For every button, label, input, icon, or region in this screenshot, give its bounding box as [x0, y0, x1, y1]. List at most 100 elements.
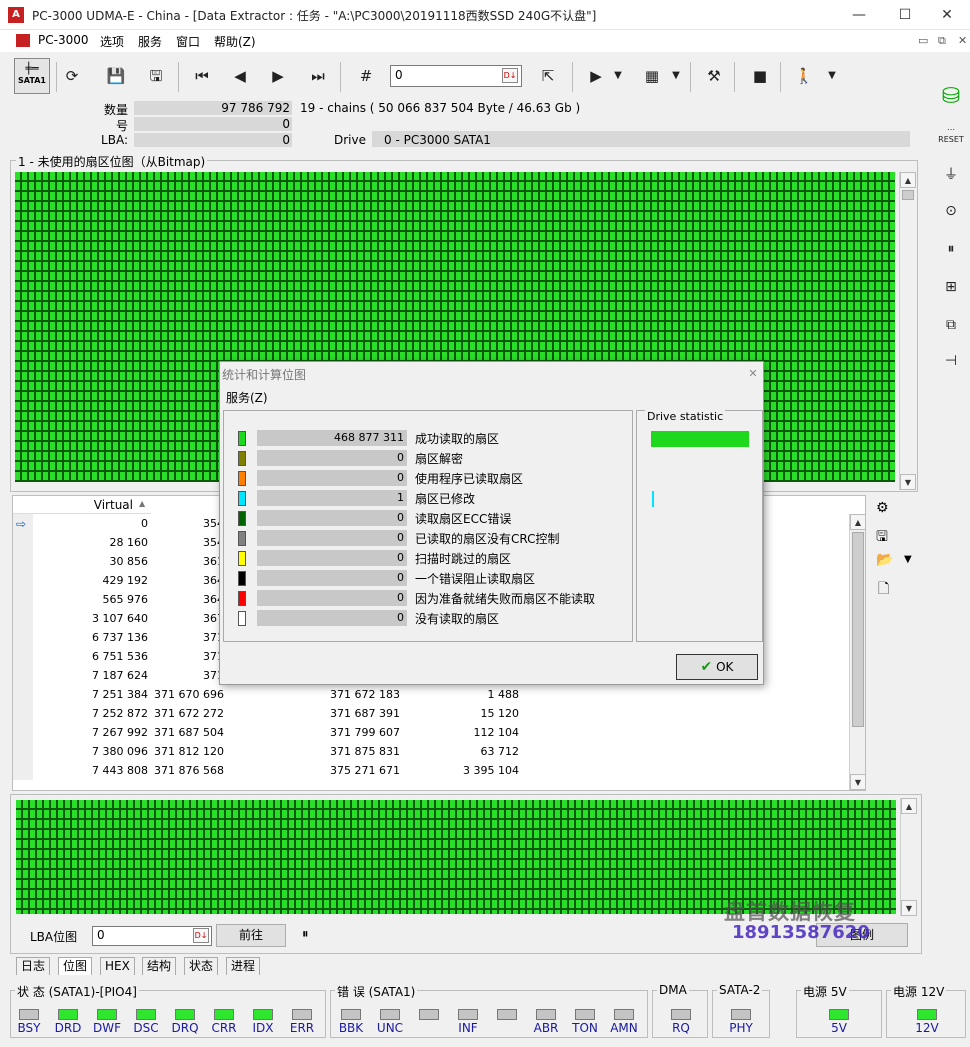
refresh-icon[interactable]: ⟳: [56, 60, 88, 92]
minimize-button[interactable]: —: [836, 0, 882, 30]
table-cell: 371: [203, 631, 224, 644]
lba-scroll-up-icon[interactable]: ▲: [901, 798, 917, 814]
stat-color-swatch: [238, 531, 246, 546]
tab-4[interactable]: 状态: [184, 957, 219, 975]
tab-5[interactable]: 进程: [226, 957, 261, 975]
status-led-label: DWF: [92, 1021, 121, 1035]
menu-options[interactable]: 选项: [100, 33, 124, 50]
power-plug-icon[interactable]: ⏚: [936, 160, 966, 190]
menu-pc3000[interactable]: PC-3000: [38, 33, 88, 47]
stop-icon[interactable]: ■: [744, 60, 776, 92]
power-cycle-icon[interactable]: ⊙: [936, 196, 966, 226]
ok-button[interactable]: ✔ OK: [676, 654, 758, 680]
status-led: [292, 1009, 312, 1020]
state-group: 状 态 (SATA1)-[PIO4] BSY DRD DWF DSC DRQ CRR IDX…: [10, 983, 326, 1038]
scroll-up-icon[interactable]: ▲: [900, 172, 916, 188]
export-icon[interactable]: ⇱: [532, 60, 564, 92]
table-new-icon[interactable]: 🗋: [878, 578, 889, 602]
row-gutter: [13, 647, 33, 666]
tab-1[interactable]: 位图: [58, 957, 93, 975]
mdi-app-icon[interactable]: [16, 34, 30, 47]
exit-icon[interactable]: 🚶: [788, 60, 820, 92]
table-scroll-up-icon[interactable]: ▲: [850, 514, 866, 530]
scroll-thumb[interactable]: [902, 190, 914, 200]
sort-arrow-icon: ▲: [139, 499, 146, 508]
mdi-minimize-button[interactable]: ▭: [918, 34, 928, 47]
menu-window[interactable]: 窗口: [176, 33, 200, 50]
toolbar: ╪═ SATA1 ⟳ 💾 🖫 ⏮ ◀ ▶ ⏭ # 0 D↓ ⇱ ▶ ▼ ▦ ▼ …: [10, 58, 870, 96]
stat-color-swatch: [238, 491, 246, 506]
drive-statistic-bar: [651, 431, 749, 447]
table-cell: 7 443 808: [92, 764, 148, 777]
prev-icon[interactable]: ◀: [224, 60, 256, 92]
modified-marker: [652, 491, 654, 507]
table-row[interactable]: 7 443 808 371 876 568 375 271 671 3 395 104: [13, 761, 851, 780]
menu-help[interactable]: 帮助(Z): [214, 33, 256, 50]
lba-bitmap-scrollbar[interactable]: ▲ ▼: [900, 798, 917, 916]
menu-service[interactable]: 服务: [138, 33, 162, 50]
connector-icon[interactable]: ⊞: [936, 272, 966, 302]
grid-icon[interactable]: ▦: [636, 60, 668, 92]
dialog-menu-service[interactable]: 服务(Z): [226, 389, 268, 406]
dma-led: [671, 1009, 691, 1020]
input-dropdown-icon[interactable]: D↓: [502, 68, 518, 83]
close-button[interactable]: ✕: [924, 0, 970, 30]
grid-dropdown-icon[interactable]: ▼: [666, 60, 686, 92]
table-row[interactable]: 7 252 872 371 672 272 371 687 391 15 120: [13, 704, 851, 723]
bitmap-scrollbar[interactable]: ▲ ▼: [899, 172, 916, 490]
scroll-down-icon[interactable]: ▼: [900, 474, 916, 490]
copy-icon[interactable]: ⧉: [936, 310, 966, 340]
stat-color-swatch: [238, 431, 246, 446]
status-led-label: DSC: [133, 1021, 159, 1035]
status-led: [136, 1009, 156, 1020]
tab-0[interactable]: 日志: [16, 957, 51, 975]
table-scroll-thumb[interactable]: [852, 532, 864, 727]
num-value: 0: [282, 117, 290, 131]
table-scroll-down-icon[interactable]: ▼: [850, 774, 866, 790]
table-open-dropdown-icon[interactable]: ▼: [904, 554, 912, 565]
table-row[interactable]: 7 267 992 371 687 504 371 799 607 112 104: [13, 723, 851, 742]
next-icon[interactable]: ▶: [262, 60, 294, 92]
status-led-label: AMN: [610, 1021, 638, 1035]
row-gutter: [13, 590, 33, 609]
maximize-button[interactable]: ☐: [882, 0, 928, 30]
lba-scroll-down-icon[interactable]: ▼: [901, 900, 917, 916]
power12-led-label: 12V: [915, 1021, 939, 1035]
lba-pause-icon[interactable]: ⏸: [302, 927, 309, 942]
goto-number-icon[interactable]: #: [350, 60, 382, 92]
drive-label: Drive: [334, 133, 366, 147]
dialog-close-button[interactable]: ✕: [744, 365, 762, 383]
save-icon[interactable]: 💾: [100, 60, 132, 92]
table-scrollbar[interactable]: ▲ ▼: [849, 514, 866, 790]
first-icon[interactable]: ⏮: [186, 60, 218, 92]
column-header-virtual[interactable]: Virtual: [33, 496, 151, 514]
mdi-restore-button[interactable]: ⧉: [938, 34, 946, 48]
tab-2[interactable]: HEX: [100, 957, 135, 975]
pause-icon[interactable]: ⏸: [936, 234, 966, 264]
sata-port-button[interactable]: ╪═ SATA1: [14, 58, 50, 94]
go-button[interactable]: 前往: [216, 924, 286, 947]
lba-nav-input-icon[interactable]: D↓: [193, 928, 209, 943]
table-row[interactable]: 7 251 384 371 670 696 371 672 183 1 488: [13, 685, 851, 704]
tab-3[interactable]: 结构: [142, 957, 177, 975]
cable-icon[interactable]: ⊣: [936, 346, 966, 376]
last-icon[interactable]: ⏭: [302, 60, 334, 92]
table-open-icon[interactable]: 📂: [876, 552, 893, 568]
save-as-icon[interactable]: 🖫: [140, 60, 172, 92]
table-save-icon[interactable]: 🖫: [876, 526, 888, 550]
table-row[interactable]: 7 380 096 371 812 120 371 875 831 63 712: [13, 742, 851, 761]
stat-label: 扫描时跳过的扇区: [415, 552, 512, 566]
count-value: 97 786 792: [221, 101, 290, 115]
exit-dropdown-icon[interactable]: ▼: [822, 60, 842, 92]
mdi-close-button[interactable]: ✕: [958, 34, 967, 47]
stat-value: 0: [257, 450, 407, 466]
stat-color-swatch: [238, 511, 246, 526]
play-dropdown-icon[interactable]: ▼: [608, 60, 628, 92]
table-settings-icon[interactable]: ⚙: [876, 500, 889, 516]
database-icon[interactable]: ⛁: [936, 82, 966, 112]
reset-icon[interactable]: ⋯ RESET: [936, 120, 966, 150]
status-led: [380, 1009, 400, 1020]
stat-color-swatch: [238, 551, 246, 566]
table-cell: 371 672 272: [154, 707, 224, 720]
tools-icon[interactable]: ⚒: [698, 60, 730, 92]
